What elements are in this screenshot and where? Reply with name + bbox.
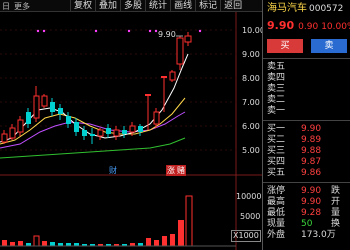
stock-name: 海马汽车: [267, 3, 307, 14]
bid-label: 买五: [267, 168, 286, 178]
statistics-button[interactable]: 统计: [145, 0, 170, 12]
divider: [263, 182, 350, 183]
price-label-9: 9.00: [242, 50, 260, 59]
stat-extra: 量: [331, 208, 341, 218]
price-row: 9.900.9010.00%: [263, 18, 350, 34]
stat-label: 外盘: [267, 230, 286, 240]
ask-row: 卖四: [263, 73, 350, 84]
quote-panel: 海马汽车000572 9.900.9010.00% 买 卖 卖五 卖四 卖三 卖…: [262, 0, 350, 250]
stat-extra: 开: [331, 197, 341, 207]
stat-value: 9.90: [301, 186, 322, 196]
draw-line-button[interactable]: 画线: [170, 0, 195, 12]
peak-price-label: 9.90: [158, 30, 176, 39]
bid-row: 买四 9.87: [263, 157, 350, 168]
ask-row: 卖一: [263, 106, 350, 117]
stat-label: 涨停: [267, 186, 286, 196]
price-label-6: 6.00: [242, 122, 260, 131]
tab-more[interactable]: 更多: [14, 1, 30, 12]
ask-row: 卖五: [263, 62, 350, 73]
price-label-7: 7.00: [242, 98, 260, 107]
tab-day[interactable]: 日: [2, 1, 10, 12]
ask-label: 卖一: [267, 106, 286, 116]
vol-label-10000: 10000: [236, 192, 262, 201]
marker-finance[interactable]: 财: [109, 165, 117, 176]
bid-label: 买一: [267, 124, 286, 134]
bid-price: 9.90: [301, 124, 322, 134]
sell-button[interactable]: 卖: [311, 39, 347, 53]
stat-extra: 换: [331, 219, 341, 229]
ask-label: 卖三: [267, 84, 286, 94]
bid-row: 买三 9.88: [263, 146, 350, 157]
kline-svg[interactable]: [0, 12, 262, 250]
back-button[interactable]: 返回: [220, 0, 245, 12]
bid-book: 买一 9.90 买二 9.89 买三 9.88 买四 9.87 买五 9.86: [263, 124, 350, 179]
stat-value: 50: [301, 219, 313, 229]
bid-label: 买三: [267, 146, 286, 156]
bid-price: 9.86: [301, 168, 322, 178]
ask-row: 卖三: [263, 84, 350, 95]
bid-price: 9.89: [301, 135, 322, 145]
bid-row: 买五 9.86: [263, 168, 350, 179]
stat-value: 9.90: [301, 197, 322, 207]
kline-chart[interactable]: 10.00 9.00 8.00 7.00 6.00 5.00 10000 500…: [0, 12, 265, 250]
trade-buttons: 买 卖: [263, 37, 350, 55]
stat-value: 9.28: [301, 208, 322, 218]
period-tabs: 日 更多: [0, 0, 30, 12]
stock-title: 海马汽车 000572: [263, 0, 350, 18]
stat-label: 现量: [267, 219, 286, 229]
mark-button[interactable]: 标记: [195, 0, 220, 12]
price-pct: 10.00%: [321, 22, 350, 32]
price-change: 0.90: [298, 22, 319, 32]
divider: [263, 120, 350, 121]
stat-label: 最低: [267, 208, 286, 218]
stat-row-current-vol: 现量 50 换: [263, 219, 350, 230]
bid-label: 买四: [267, 157, 286, 167]
stat-row-low: 最低 9.28 量: [263, 208, 350, 219]
ask-label: 卖五: [267, 62, 286, 72]
bid-label: 买二: [267, 135, 286, 145]
price-label-8: 8.00: [242, 74, 260, 83]
stat-row-high: 最高 9.90 开: [263, 197, 350, 208]
multi-stock-button[interactable]: 多股: [120, 0, 145, 12]
vol-label-5000: 5000: [240, 212, 261, 221]
stock-code: 000572: [309, 4, 344, 14]
stat-extra: 跌: [331, 186, 341, 196]
ask-label: 卖二: [267, 95, 286, 105]
marker-limit-up[interactable]: 涨: [166, 165, 176, 176]
divider: [263, 58, 350, 59]
buy-button[interactable]: 买: [267, 39, 303, 53]
stat-label: 最高: [267, 197, 286, 207]
chart-tools: 复权 叠加 多股 统计 画线 标记 返回: [70, 0, 245, 12]
ask-label: 卖四: [267, 73, 286, 83]
stat-row-outer-vol: 外盘 173.0万: [263, 230, 350, 241]
marker-gamble[interactable]: 赌: [176, 165, 186, 176]
restore-rights-button[interactable]: 复权: [70, 0, 95, 12]
bid-price: 9.88: [301, 146, 322, 156]
bid-price: 9.87: [301, 157, 322, 167]
stat-row-limit-up: 涨停 9.90 跌: [263, 186, 350, 197]
overlay-button[interactable]: 叠加: [95, 0, 120, 12]
vol-unit-label: X1000: [231, 230, 261, 242]
stats-block: 涨停 9.90 跌 最高 9.90 开 最低 9.28 量 现量 50 换 外盘 173.0万: [263, 186, 350, 241]
ask-book: 卖五 卖四 卖三 卖二 卖一: [263, 62, 350, 117]
stat-value: 173.0万: [301, 230, 336, 240]
bid-row: 买一 9.90: [263, 124, 350, 135]
ask-row: 卖二: [263, 95, 350, 106]
bid-row: 买二 9.89: [263, 135, 350, 146]
last-price: 9.90: [267, 19, 295, 32]
price-label-5: 5.00: [242, 146, 260, 155]
